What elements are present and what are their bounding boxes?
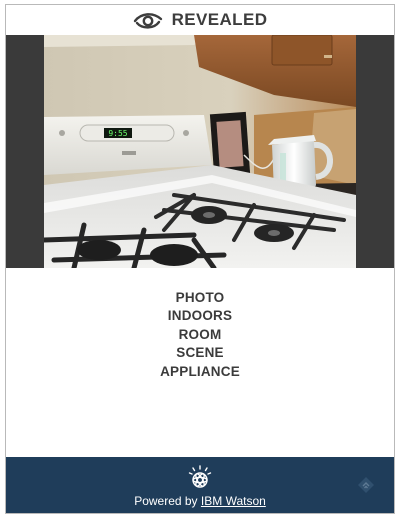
feedly-icon[interactable] [356,475,376,495]
reveal-card: REVEALED 9:55 PHOTO INDOORS ROOM SCENE A… [5,4,395,514]
analyzed-photo: 9:55 [44,35,356,268]
tag-item: ROOM [178,326,222,342]
tag-item: APPLIANCE [160,363,240,379]
oven-clock-text: 9:55 [108,129,127,138]
eye-swirl-logo-icon [133,13,162,29]
app-header: REVEALED [6,5,394,35]
tag-item: PHOTO [175,290,225,305]
powered-by-text: Powered by IBM Watson [6,494,394,508]
ibm-watson-icon [188,465,212,488]
powered-by-prefix: Powered by [134,494,198,508]
footer-bar: Powered by IBM Watson [6,457,394,513]
ibm-watson-link[interactable]: IBM Watson [201,494,266,508]
photo-frame: 9:55 [6,35,394,268]
tag-item: SCENE [176,345,224,361]
tag-list: PHOTO INDOORS ROOM SCENE APPLIANCE [6,289,394,381]
tag-item: INDOORS [167,308,233,324]
app-title: REVEALED [171,10,268,29]
